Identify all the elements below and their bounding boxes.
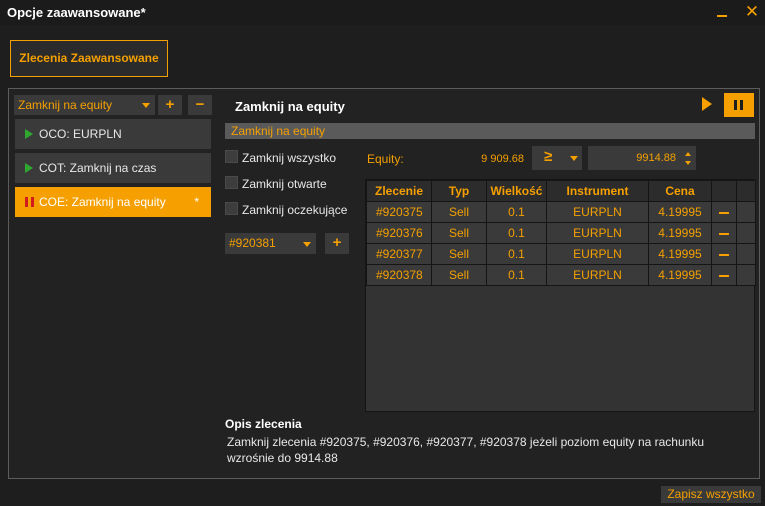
window-title: Opcje zaawansowane*: [7, 5, 146, 20]
strategy-name-field[interactable]: Zamknij na equity: [225, 123, 755, 139]
column-header[interactable]: Instrument: [546, 180, 649, 202]
empty-cell: [736, 201, 756, 223]
order-price-cell: 4.19995: [648, 243, 712, 265]
empty-cell: [736, 243, 756, 265]
order-dropdown[interactable]: #920381: [225, 233, 316, 254]
order-type-cell: Sell: [431, 264, 487, 286]
order-size-cell: 0.1: [486, 243, 547, 265]
plus-icon: +: [165, 96, 175, 113]
checkbox-close-all[interactable]: [225, 150, 238, 163]
minus-icon: [719, 253, 729, 256]
strategy-item-cot[interactable]: COT: Zamknij na czas: [15, 153, 211, 183]
pause-strategy-button[interactable]: [724, 93, 754, 117]
minus-icon: −: [195, 96, 205, 113]
modified-indicator: *: [194, 195, 199, 209]
column-header[interactable]: Cena: [648, 180, 712, 202]
pause-icon: [25, 197, 34, 207]
minimize-icon: [717, 15, 727, 17]
table-row[interactable]: #920378 Sell 0.1 EURPLN 4.19995: [366, 264, 756, 286]
order-type-cell: Sell: [431, 201, 487, 223]
strategy-item-oco[interactable]: OCO: EURPLN: [15, 119, 211, 149]
order-price-cell: 4.19995: [648, 222, 712, 244]
strategy-item-label: COE: Zamknij na equity: [39, 195, 166, 209]
add-order-button[interactable]: +: [325, 233, 349, 254]
condition-operator-dropdown[interactable]: ≥: [532, 146, 582, 170]
orders-table: Zlecenie Typ Wielkość Instrument Cena #9…: [365, 179, 756, 412]
play-icon: [25, 163, 33, 173]
column-header[interactable]: Typ: [431, 180, 487, 202]
checkbox-close-all-label: Zamknij wszystko: [242, 151, 337, 165]
order-id-cell: #920376: [366, 222, 432, 244]
plus-icon: +: [332, 234, 342, 251]
column-header[interactable]: Wielkość: [486, 180, 547, 202]
order-id-cell: #920377: [366, 243, 432, 265]
description-title: Opis zlecenia: [225, 417, 302, 431]
column-header: [736, 180, 756, 202]
minimize-button[interactable]: [713, 3, 731, 21]
checkbox-close-pending-label: Zamknij oczekujące: [242, 203, 348, 217]
table-row[interactable]: #920376 Sell 0.1 EURPLN 4.19995: [366, 222, 756, 244]
equity-threshold-input[interactable]: [588, 146, 680, 170]
remove-order-button[interactable]: [711, 243, 737, 265]
order-dropdown-value: #920381: [229, 236, 276, 250]
description-text: Zamknij zlecenia #920375, #920376, #9203…: [227, 435, 705, 465]
checkbox-close-pending[interactable]: [225, 202, 238, 215]
column-header: [711, 180, 737, 202]
remove-order-button[interactable]: [711, 264, 737, 286]
minus-icon: [719, 274, 729, 277]
minus-icon: [719, 232, 729, 235]
equity-label: Equity:: [367, 152, 404, 166]
remove-order-button[interactable]: [711, 222, 737, 244]
order-size-cell: 0.1: [486, 222, 547, 244]
order-type-cell: Sell: [431, 222, 487, 244]
table-row[interactable]: #920377 Sell 0.1 EURPLN 4.19995: [366, 243, 756, 265]
play-icon: [25, 129, 33, 139]
order-instrument-cell: EURPLN: [546, 243, 649, 265]
start-strategy-button[interactable]: [702, 97, 712, 111]
table-header-row: Zlecenie Typ Wielkość Instrument Cena: [366, 180, 756, 202]
save-all-button[interactable]: Zapisz wszystko: [661, 486, 761, 503]
spin-up-icon[interactable]: [685, 152, 691, 156]
checkbox-close-open[interactable]: [225, 176, 238, 189]
column-header[interactable]: Zlecenie: [366, 180, 432, 202]
empty-cell: [736, 222, 756, 244]
order-price-cell: 4.19995: [648, 264, 712, 286]
greater-equal-icon: ≥: [544, 148, 553, 165]
chevron-down-icon: [303, 241, 311, 247]
table-row[interactable]: #920375 Sell 0.1 EURPLN 4.19995: [366, 201, 756, 223]
strategy-item-coe[interactable]: COE: Zamknij na equity *: [15, 187, 211, 217]
chevron-down-icon: [142, 103, 150, 108]
remove-strategy-button[interactable]: −: [188, 95, 212, 115]
order-instrument-cell: EURPLN: [546, 222, 649, 244]
order-price-cell: 4.19995: [648, 201, 712, 223]
strategy-type-dropdown[interactable]: Zamknij na equity: [14, 95, 155, 115]
detail-title: Zamknij na equity: [235, 99, 345, 114]
chevron-down-icon: [570, 156, 578, 161]
minus-icon: [719, 211, 729, 214]
empty-cell: [736, 264, 756, 286]
order-instrument-cell: EURPLN: [546, 201, 649, 223]
checkbox-close-open-label: Zamknij otwarte: [242, 177, 327, 191]
strategy-item-label: OCO: EURPLN: [39, 127, 122, 141]
equity-current-value: 9 909.68: [481, 153, 524, 165]
order-id-cell: #920378: [366, 264, 432, 286]
tab-zlecenia-zaawansowane[interactable]: Zlecenia Zaawansowane: [10, 40, 168, 77]
equity-threshold-spinner[interactable]: [588, 146, 696, 170]
order-size-cell: 0.1: [486, 201, 547, 223]
order-size-cell: 0.1: [486, 264, 547, 286]
strategy-type-value: Zamknij na equity: [18, 98, 113, 112]
order-type-cell: Sell: [431, 243, 487, 265]
strategy-item-label: COT: Zamknij na czas: [39, 161, 157, 175]
order-instrument-cell: EURPLN: [546, 264, 649, 286]
remove-order-button[interactable]: [711, 201, 737, 223]
spin-down-icon[interactable]: [685, 161, 691, 165]
close-icon: ✕: [744, 2, 760, 21]
close-button[interactable]: ✕: [743, 3, 761, 21]
add-strategy-button[interactable]: +: [158, 95, 182, 115]
order-id-cell: #920375: [366, 201, 432, 223]
title-bar: Opcje zaawansowane* ✕: [0, 0, 765, 25]
